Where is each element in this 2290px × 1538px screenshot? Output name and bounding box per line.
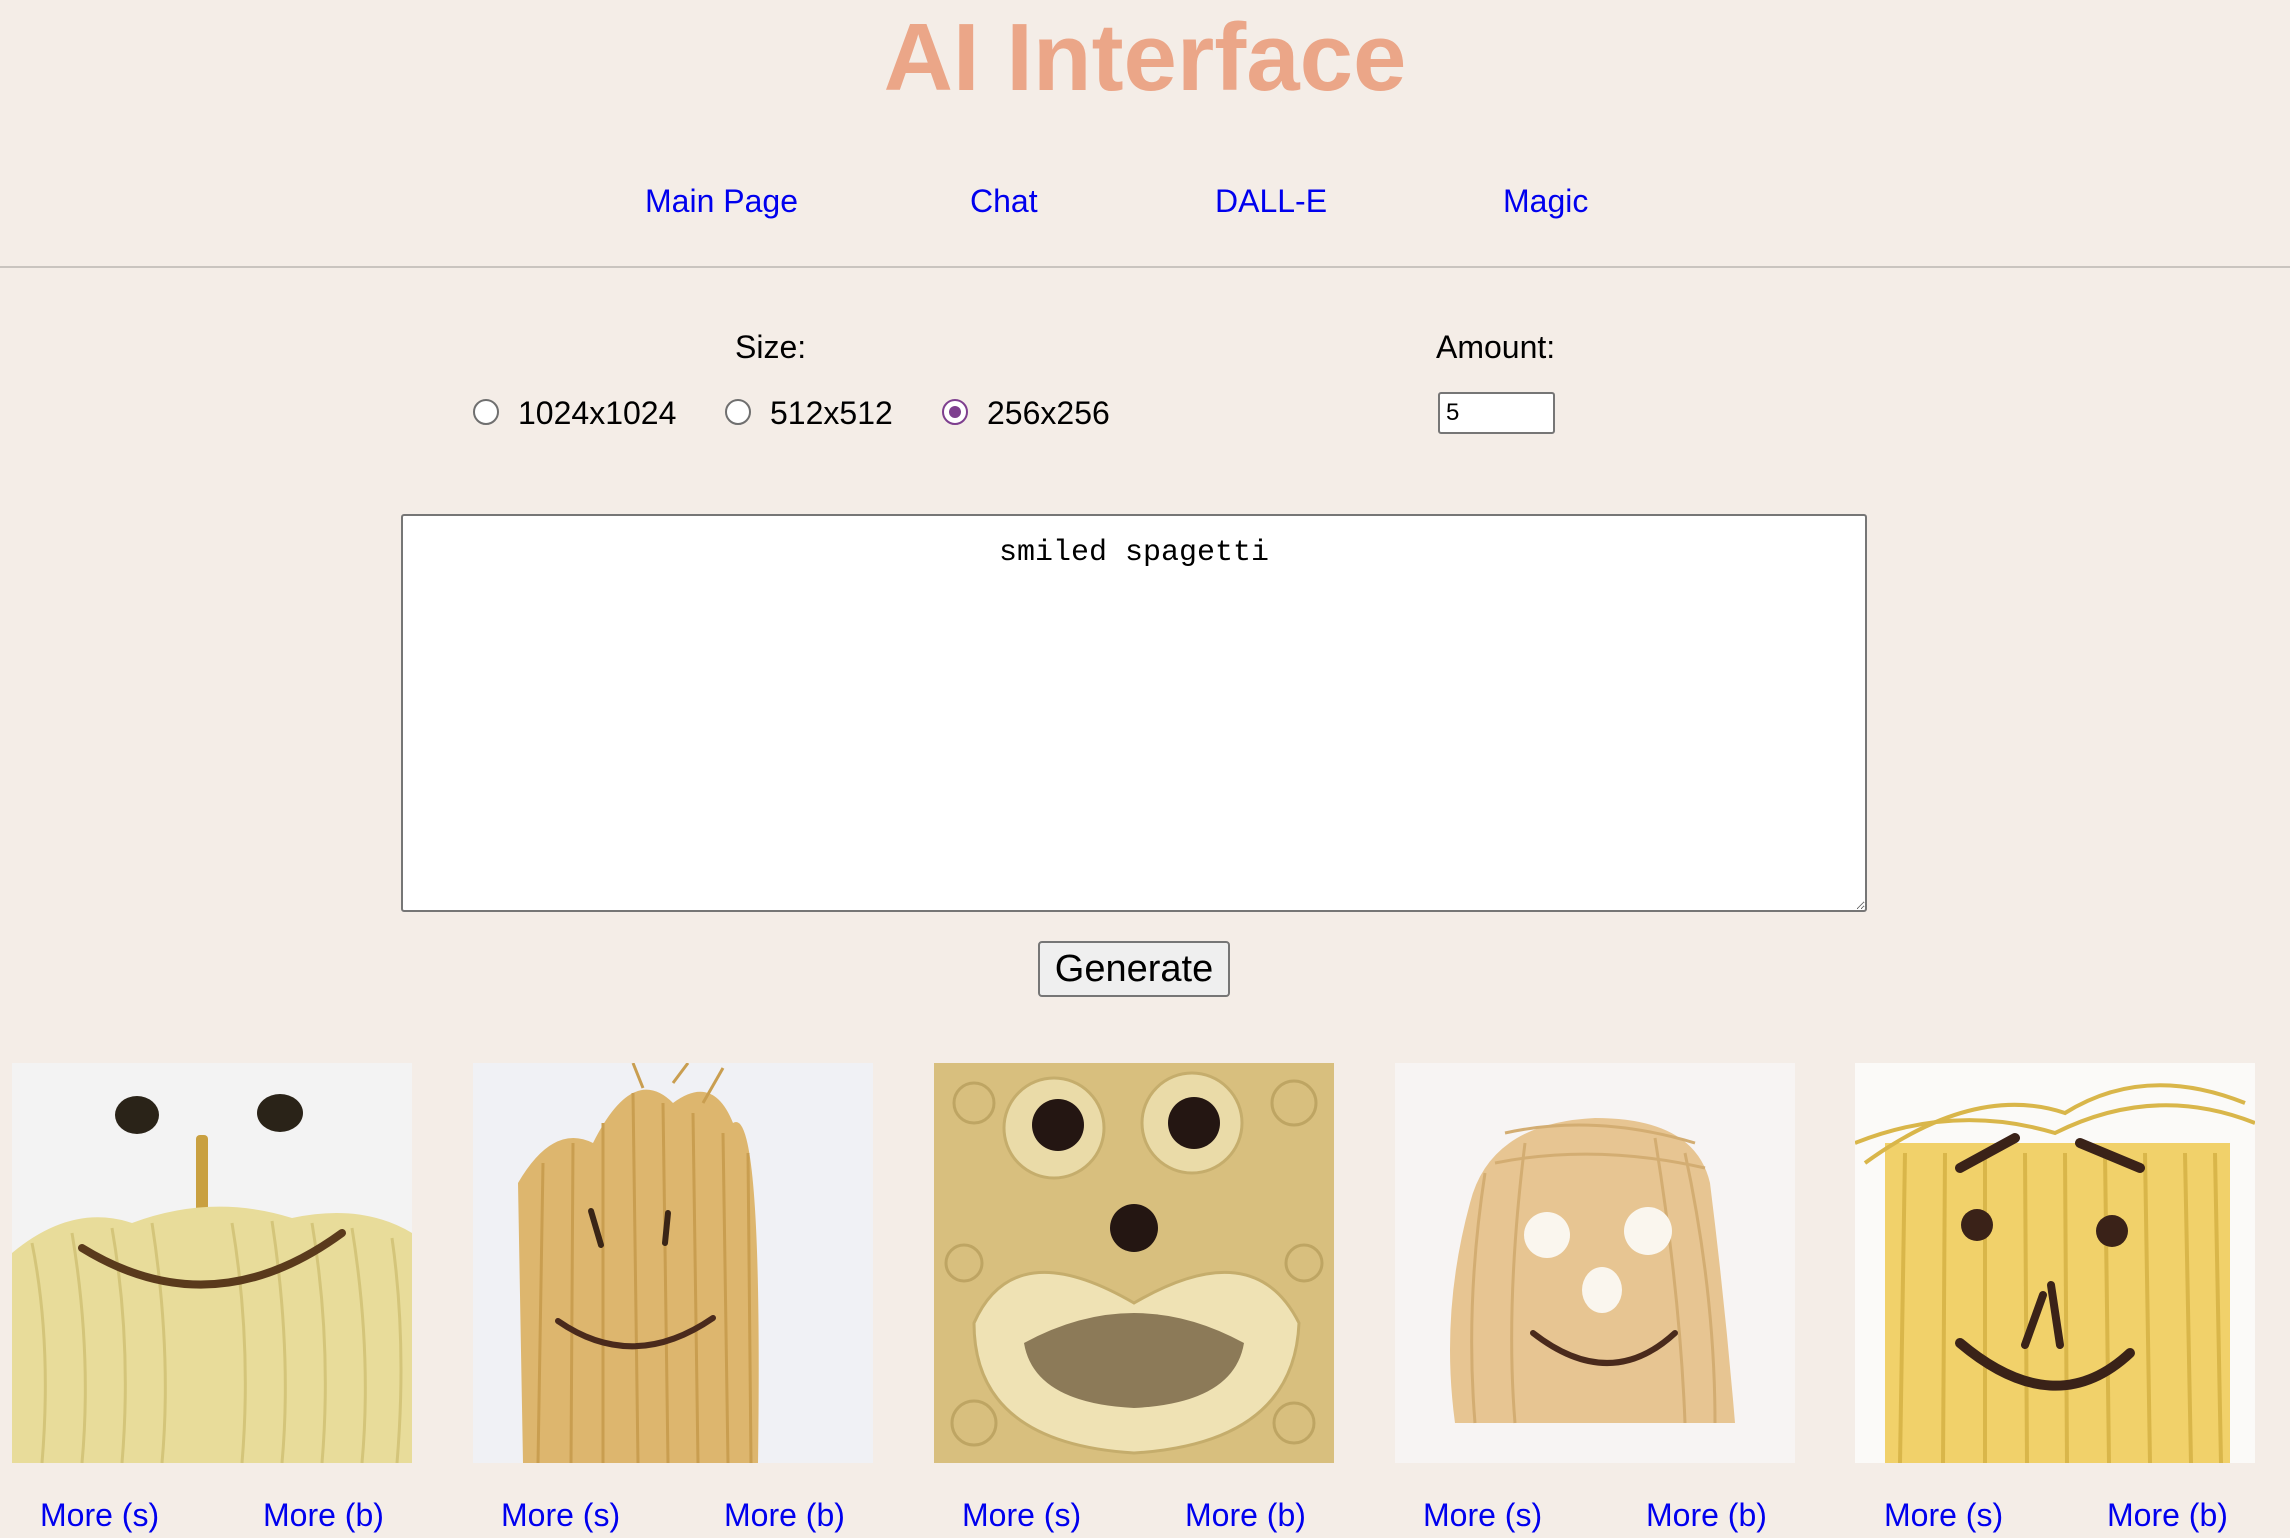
generated-image-4[interactable]: [1395, 1063, 1795, 1463]
more-small-link-1[interactable]: More (s): [40, 1495, 159, 1535]
more-big-link-2[interactable]: More (b): [724, 1495, 845, 1535]
size-radio-1024[interactable]: [473, 399, 499, 425]
generated-image-5[interactable]: [1855, 1063, 2255, 1463]
prompt-textarea[interactable]: smiled spagetti: [401, 514, 1867, 912]
size-option-256-label[interactable]: 256x256: [987, 393, 1110, 433]
nav-main-page[interactable]: Main Page: [645, 180, 798, 222]
more-small-link-2[interactable]: More (s): [501, 1495, 620, 1535]
size-radio-256[interactable]: [942, 399, 968, 425]
more-small-link-4[interactable]: More (s): [1423, 1495, 1542, 1535]
more-big-link-3[interactable]: More (b): [1185, 1495, 1306, 1535]
size-option-1024-label[interactable]: 1024x1024: [518, 393, 676, 433]
nav-magic[interactable]: Magic: [1503, 180, 1588, 222]
size-radio-512[interactable]: [725, 399, 751, 425]
size-label: Size:: [735, 329, 807, 365]
generate-button[interactable]: Generate: [1038, 941, 1230, 997]
amount-input[interactable]: [1438, 392, 1555, 434]
amount-label: Amount:: [1436, 329, 1556, 365]
more-big-link-5[interactable]: More (b): [2107, 1495, 2228, 1535]
more-big-link-1[interactable]: More (b): [263, 1495, 384, 1535]
more-big-link-4[interactable]: More (b): [1646, 1495, 1767, 1535]
nav-dall-e[interactable]: DALL-E: [1215, 180, 1327, 222]
header-divider: [0, 266, 2290, 268]
generated-image-2[interactable]: [473, 1063, 873, 1463]
size-option-512-label[interactable]: 512x512: [770, 393, 893, 433]
more-small-link-5[interactable]: More (s): [1884, 1495, 2003, 1535]
more-small-link-3[interactable]: More (s): [962, 1495, 1081, 1535]
nav-chat[interactable]: Chat: [970, 180, 1038, 222]
generated-image-3[interactable]: [934, 1063, 1334, 1463]
generated-image-1[interactable]: [12, 1063, 412, 1463]
page-title: AI Interface: [883, 4, 1407, 111]
